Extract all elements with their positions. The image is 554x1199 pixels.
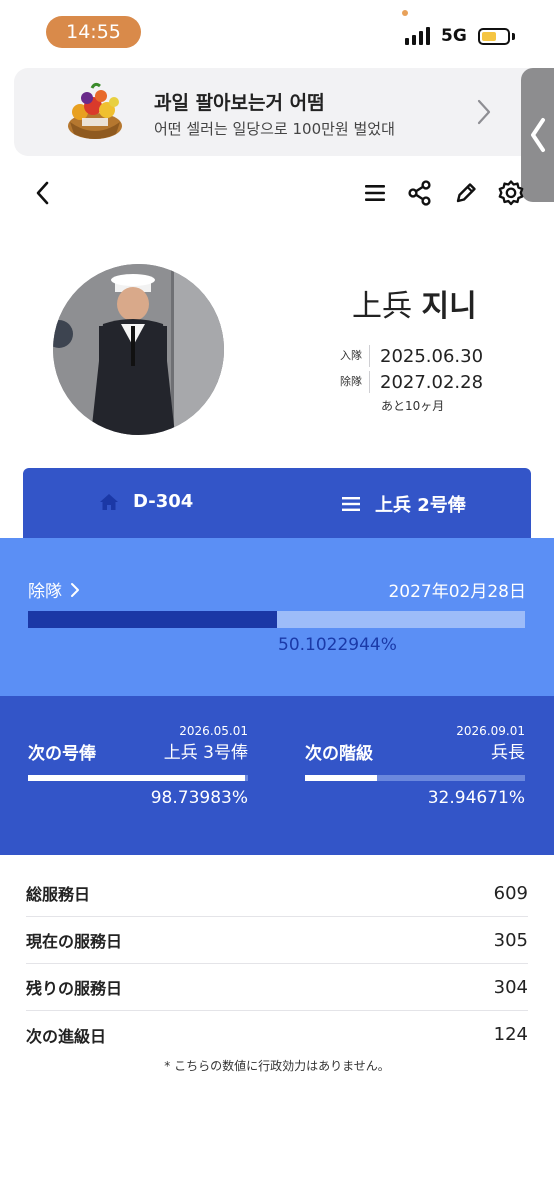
ad-banner[interactable]: 과일 팔아보는거 어떰 어떤 셀러는 일당으로 100만원 벌었대 bbox=[14, 68, 544, 156]
settings-button[interactable] bbox=[496, 178, 526, 208]
avatar-photo bbox=[53, 264, 224, 435]
next-step-title: 次の号俸 bbox=[28, 744, 96, 764]
ad-title: 과일 팔아보는거 어떰 bbox=[154, 92, 325, 114]
next-rank-percent: 32.94671% bbox=[427, 788, 525, 808]
edit-icon bbox=[456, 183, 476, 203]
discharge-date: 2027.02.28 bbox=[380, 371, 484, 393]
discharge-progress-section: 除隊 2027年02月28日 50.1022944% bbox=[0, 538, 554, 696]
next-step-card: 2026.05.01 次の号俸 上兵 3号俸 98.73983% bbox=[28, 724, 248, 814]
discharge-progress-fill bbox=[28, 611, 277, 628]
enlist-date: 2025.06.30 bbox=[380, 345, 484, 367]
list-item: 現在の服務日 305 bbox=[26, 917, 528, 964]
next-rank-progress-bar bbox=[305, 775, 525, 781]
chevron-left-icon bbox=[531, 118, 545, 152]
menu-icon bbox=[365, 185, 385, 201]
stat-label: 現在の服務日 bbox=[26, 932, 123, 951]
status-time: 14:55 bbox=[46, 16, 141, 48]
next-rank-card: 2026.09.01 次の階級 兵長 32.94671% bbox=[305, 724, 525, 814]
discharge-progress-bar bbox=[28, 611, 525, 628]
discharge-row: 除隊 2027.02.28 bbox=[340, 369, 483, 395]
list-item: 次の進級日 124 bbox=[26, 1011, 528, 1058]
settings-icon bbox=[498, 180, 524, 206]
avatar bbox=[53, 264, 224, 435]
menu-icon bbox=[342, 497, 360, 511]
stat-value: 305 bbox=[493, 929, 528, 951]
summary-tab-header: D-304 上兵 2号俸 bbox=[23, 468, 531, 538]
stat-label: 次の進級日 bbox=[26, 1026, 107, 1046]
app-screen: 14:55 5G 과일 팔아보는거 어떰 어떤 셀러는 일당으로 100만원 벌… bbox=[0, 0, 554, 1199]
home-icon bbox=[100, 493, 118, 510]
next-step-percent: 98.73983% bbox=[150, 788, 248, 808]
next-step-progress-bar bbox=[28, 775, 248, 781]
discharge-full-date: 2027年02月28日 bbox=[388, 582, 526, 602]
battery-icon bbox=[478, 28, 510, 45]
service-stats-list: 総服務日 609 現在の服務日 305 残りの服務日 304 次の進級日 124 bbox=[26, 870, 528, 1058]
remaining-months: あと10ヶ月 bbox=[381, 399, 445, 413]
next-step-date: 2026.05.01 bbox=[179, 724, 248, 738]
rank-name: 上兵 지니 bbox=[352, 281, 477, 325]
share-button[interactable] bbox=[405, 178, 435, 208]
discharge-progress-label: 除隊 bbox=[28, 582, 62, 602]
menu-button[interactable] bbox=[360, 178, 390, 208]
service-dates: 入隊 2025.06.30 除隊 2027.02.28 bbox=[340, 343, 483, 395]
enlist-row: 入隊 2025.06.30 bbox=[340, 343, 483, 369]
next-progress-section: 2026.05.01 次の号俸 上兵 3号俸 98.73983% 2026.09… bbox=[0, 696, 554, 855]
next-rank-date: 2026.09.01 bbox=[456, 724, 525, 738]
soldier-name: 지니 bbox=[421, 289, 477, 324]
camera-indicator-icon bbox=[402, 10, 408, 16]
signal-icon bbox=[405, 27, 430, 45]
share-icon bbox=[408, 180, 431, 206]
stat-label: 残りの服務日 bbox=[26, 979, 123, 998]
status-bar: 14:55 5G bbox=[0, 0, 554, 62]
next-rank-progress-fill bbox=[305, 775, 378, 781]
fruit-basket-icon bbox=[68, 82, 122, 139]
next-step-progress-fill bbox=[28, 775, 246, 781]
network-label: 5G bbox=[441, 26, 467, 46]
next-rank-title: 次の階級 bbox=[305, 744, 373, 764]
disclaimer-note: * こちらの数値に行政効力はありません。 bbox=[164, 1059, 390, 1073]
dday-tab[interactable]: D-304 bbox=[99, 491, 193, 512]
list-item: 残りの服務日 304 bbox=[26, 964, 528, 1011]
salary-rank-label: 上兵 2号俸 bbox=[375, 495, 466, 516]
stat-value: 124 bbox=[493, 1024, 528, 1045]
rank-label: 上兵 bbox=[352, 289, 412, 324]
next-rank-value: 兵長 bbox=[491, 743, 525, 763]
next-step-value: 上兵 3号俸 bbox=[163, 743, 248, 763]
list-item: 総服務日 609 bbox=[26, 870, 528, 917]
stat-value: 304 bbox=[493, 976, 528, 998]
dday-label: D-304 bbox=[133, 491, 194, 512]
stat-value: 609 bbox=[493, 882, 528, 904]
discharge-label: 除隊 bbox=[340, 371, 370, 393]
discharge-percent: 50.1022944% bbox=[278, 635, 397, 655]
chevron-left-icon bbox=[36, 181, 49, 205]
chevron-right-icon bbox=[477, 99, 491, 125]
battery-nub bbox=[512, 33, 515, 40]
back-button[interactable] bbox=[28, 178, 58, 208]
ad-subtitle: 어떤 셀러는 일당으로 100만원 벌었대 bbox=[154, 120, 395, 138]
stat-label: 総服務日 bbox=[26, 885, 91, 904]
enlist-label: 入隊 bbox=[340, 345, 370, 367]
edit-button[interactable] bbox=[451, 178, 481, 208]
discharge-link[interactable]: 除隊 bbox=[28, 577, 80, 602]
salary-rank-tab[interactable]: 上兵 2号俸 bbox=[341, 491, 466, 517]
toolbar bbox=[0, 168, 554, 220]
chevron-right-icon bbox=[71, 582, 79, 597]
